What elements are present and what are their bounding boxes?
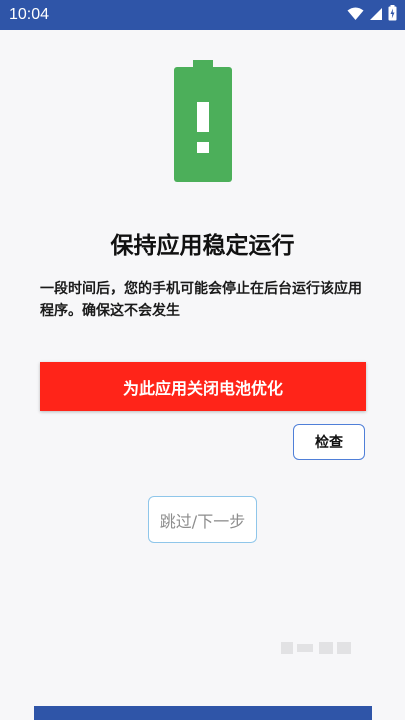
page-title: 保持应用稳定运行 — [110, 233, 295, 259]
status-time: 10:04 — [9, 6, 50, 23]
battery-alert-icon — [174, 60, 232, 182]
status-bar: 10:04 — [0, 0, 405, 30]
description-text: 一段时间后，您的手机可能会停止在后台运行该应用程序。确保这不会发生 — [40, 281, 362, 319]
wifi-icon — [347, 6, 364, 25]
disable-battery-optimization-button[interactable]: 为此应用关闭电池优化 — [40, 362, 366, 411]
check-button[interactable]: 检查 — [293, 424, 365, 460]
bottom-bar — [34, 706, 372, 720]
status-icons — [347, 5, 397, 25]
skip-next-button[interactable]: 跳过/下一步 — [148, 496, 257, 543]
battery-charging-icon — [388, 5, 397, 25]
signal-icon — [369, 6, 383, 25]
watermark-logo — [281, 640, 353, 656]
